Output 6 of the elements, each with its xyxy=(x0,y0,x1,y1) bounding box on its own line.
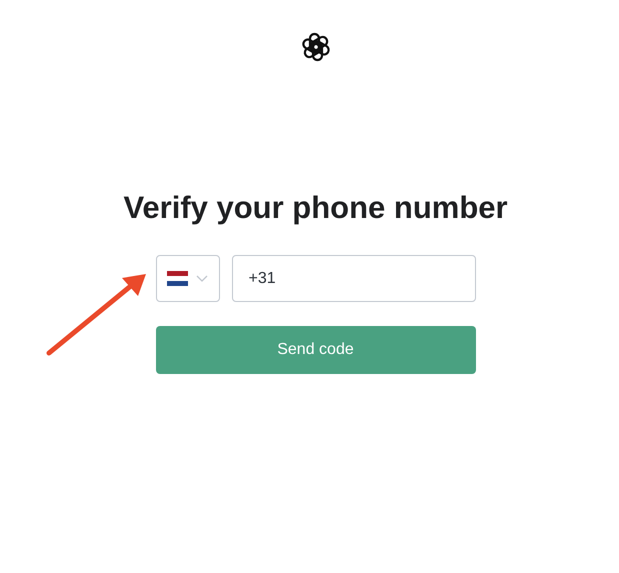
chevron-down-icon xyxy=(196,275,208,282)
logo-icon xyxy=(300,31,332,63)
page-heading: Verify your phone number xyxy=(123,190,508,226)
flag-icon xyxy=(167,271,188,286)
phone-input[interactable]: +31 xyxy=(232,255,476,302)
country-select[interactable] xyxy=(156,255,220,302)
